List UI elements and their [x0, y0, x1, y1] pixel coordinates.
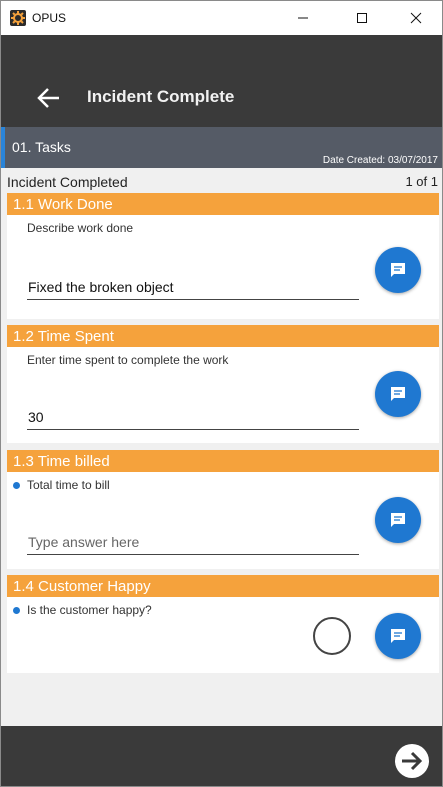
question-description: Describe work done [27, 221, 134, 235]
question-card-time-billed: 1.3 Time billed Total time to bill Type … [7, 450, 439, 569]
app-window: OPUS Incident Complete 01. Tasks Date Cr… [0, 0, 443, 787]
question-header: 1.2 Time Spent [7, 325, 439, 347]
question-description: Enter time spent to complete the work [27, 353, 229, 367]
bottom-navigation-bar [1, 726, 442, 786]
question-header: 1.1 Work Done [7, 193, 439, 215]
time-billed-input[interactable]: Type answer here [27, 529, 359, 555]
window-title: OPUS [32, 11, 67, 25]
next-button[interactable] [394, 743, 430, 779]
arrow-left-icon [37, 88, 59, 108]
required-indicator [13, 607, 20, 614]
time-spent-input[interactable]: 30 [27, 404, 359, 430]
comment-icon [391, 263, 405, 277]
question-description: Total time to bill [27, 478, 110, 492]
window-titlebar: OPUS [1, 1, 442, 35]
question-card-time-spent: 1.2 Time Spent Enter time spent to compl… [7, 325, 439, 443]
section-header[interactable]: 01. Tasks Date Created: 03/07/2017 [1, 127, 442, 168]
question-header: 1.4 Customer Happy [7, 575, 439, 597]
required-indicator [13, 482, 20, 489]
section-title: 01. Tasks [12, 139, 71, 155]
question-header: 1.3 Time billed [7, 450, 439, 472]
customer-happy-checkbox[interactable] [313, 617, 351, 655]
time-spent-value: 30 [28, 409, 44, 425]
minimize-icon [298, 17, 308, 19]
comment-button[interactable] [375, 497, 421, 543]
comment-button[interactable] [375, 613, 421, 659]
question-title: 1.4 Customer Happy [13, 578, 151, 595]
maximize-icon [357, 13, 367, 23]
opus-logo-icon [10, 10, 26, 26]
work-done-value: Fixed the broken object [28, 279, 174, 295]
comment-button[interactable] [375, 371, 421, 417]
question-description: Is the customer happy? [27, 603, 152, 617]
comment-icon [391, 513, 405, 527]
close-icon [410, 12, 422, 24]
incident-status-label: Incident Completed [7, 174, 128, 190]
task-content: Incident Completed 1 of 1 1.1 Work Done … [1, 168, 442, 726]
question-card-customer-happy: 1.4 Customer Happy Is the customer happy… [7, 575, 439, 673]
date-created-label: Date Created: 03/07/2017 [322, 155, 438, 166]
app-header: Incident Complete [1, 35, 442, 127]
comment-icon [391, 629, 405, 643]
comment-button[interactable] [375, 247, 421, 293]
status-row: Incident Completed 1 of 1 [1, 168, 442, 192]
time-billed-placeholder: Type answer here [28, 534, 140, 550]
comment-icon [391, 387, 405, 401]
close-button[interactable] [393, 1, 439, 35]
maximize-button[interactable] [339, 1, 385, 35]
work-done-input[interactable]: Fixed the broken object [27, 274, 359, 300]
question-title: 1.3 Time billed [13, 453, 110, 470]
arrow-right-circle-icon [395, 744, 429, 778]
page-title: Incident Complete [87, 87, 235, 106]
page-indicator: 1 of 1 [405, 174, 438, 189]
question-card-work-done: 1.1 Work Done Describe work done Fixed t… [7, 193, 439, 319]
section-accent-bar [1, 127, 5, 168]
minimize-button[interactable] [280, 1, 326, 35]
question-title: 1.1 Work Done [13, 196, 113, 213]
question-title: 1.2 Time Spent [13, 328, 114, 345]
back-button[interactable] [31, 85, 63, 111]
